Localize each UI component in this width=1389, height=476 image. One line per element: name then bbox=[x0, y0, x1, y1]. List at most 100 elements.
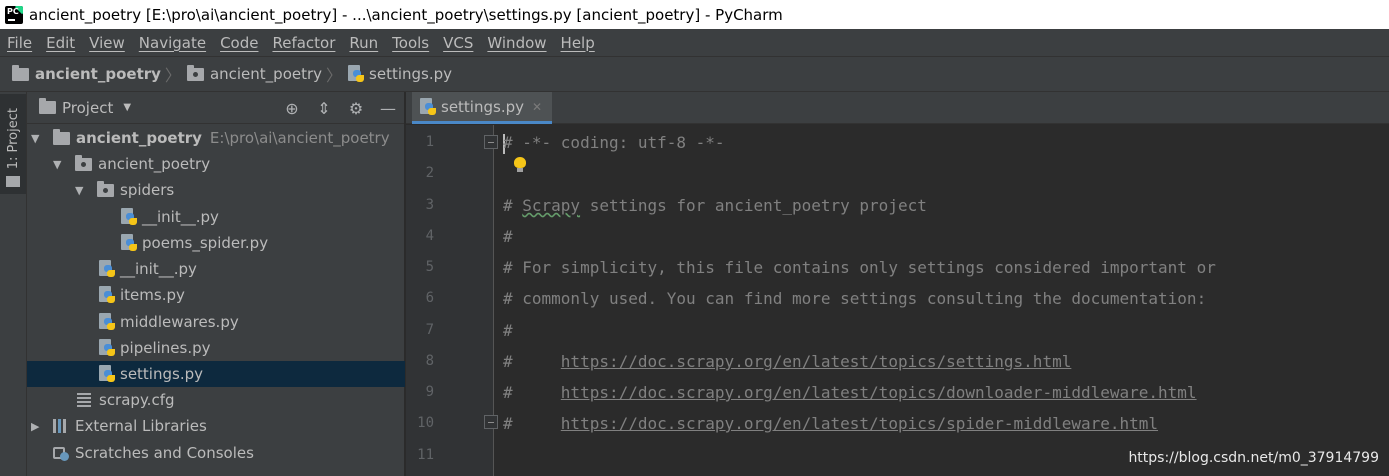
tree-item-file[interactable]: __init__.py bbox=[27, 204, 405, 230]
tree-item-file-selected[interactable]: settings.py bbox=[27, 361, 405, 387]
chevron-right-icon: 〉 bbox=[326, 66, 343, 85]
tree-item-label: poems_spider.py bbox=[142, 234, 269, 252]
menu-window[interactable]: Window bbox=[487, 34, 546, 52]
code-line: # -*- coding: utf-8 -*- bbox=[503, 133, 725, 152]
code-line: # commonly used. You can find more setti… bbox=[503, 289, 1207, 308]
python-file-icon bbox=[99, 339, 116, 357]
tree-item-label: __init__.py bbox=[120, 260, 197, 278]
folder-icon bbox=[39, 98, 56, 114]
python-file-icon bbox=[99, 286, 116, 304]
line-number: 10 bbox=[417, 415, 434, 431]
title-bar: PC ancient_poetry [E:\pro\ai\ancient_poe… bbox=[0, 0, 1389, 29]
menu-view[interactable]: View bbox=[89, 34, 125, 52]
breadcrumb-label: ancient_poetry bbox=[209, 65, 323, 83]
line-number: 8 bbox=[425, 353, 434, 369]
tree-item-label: scrapy.cfg bbox=[99, 391, 175, 409]
expanded-arrow-icon[interactable]: ▼ bbox=[53, 158, 67, 171]
line-number: 5 bbox=[425, 259, 434, 275]
tree-item-spiders[interactable]: ▼ spiders bbox=[27, 177, 405, 203]
code-line: # https://doc.scrapy.org/en/latest/topic… bbox=[503, 414, 1158, 433]
line-number: 3 bbox=[425, 197, 434, 213]
package-icon bbox=[186, 64, 204, 81]
menu-navigate[interactable]: Navigate bbox=[139, 34, 206, 52]
line-number: 9 bbox=[425, 384, 434, 400]
line-number: 1 bbox=[425, 134, 434, 150]
menu-edit[interactable]: Edit bbox=[46, 34, 75, 52]
folder-icon bbox=[6, 176, 20, 187]
chevron-down-icon[interactable]: ▼ bbox=[123, 102, 131, 113]
window-title: ancient_poetry [E:\pro\ai\ancient_poetry… bbox=[29, 5, 783, 24]
url-link[interactable]: https://doc.scrapy.org/en/latest/topics/… bbox=[561, 414, 1158, 433]
url-link[interactable]: https://doc.scrapy.org/en/latest/topics/… bbox=[561, 352, 1072, 371]
tree-item-label: settings.py bbox=[120, 365, 203, 383]
breadcrumb-item-file[interactable]: settings.py bbox=[348, 65, 452, 83]
tree-item-label: ancient_poetry bbox=[76, 129, 202, 147]
fold-marker-icon[interactable] bbox=[484, 415, 498, 429]
tree-item-label: items.py bbox=[120, 286, 185, 304]
chevron-right-icon: 〉 bbox=[164, 66, 181, 85]
project-tool-tab[interactable]: 1: Project bbox=[0, 94, 26, 194]
editor-tab-label: settings.py bbox=[441, 97, 524, 116]
line-number-gutter: 1 2 3 4 5 6 7 8 9 10 11 bbox=[406, 125, 498, 476]
menu-run[interactable]: Run bbox=[349, 34, 378, 52]
tree-item-label: External Libraries bbox=[75, 417, 207, 435]
breadcrumb-item-package[interactable]: ancient_poetry bbox=[186, 64, 323, 83]
hide-panel-icon[interactable]: — bbox=[378, 98, 398, 118]
tree-item-file[interactable]: items.py bbox=[27, 282, 405, 308]
tree-item-package[interactable]: ▼ ancient_poetry bbox=[27, 151, 405, 177]
library-icon bbox=[53, 419, 69, 433]
folder-icon bbox=[12, 64, 29, 81]
tree-item-file[interactable]: poems_spider.py bbox=[27, 230, 405, 256]
code-token: # bbox=[503, 414, 561, 433]
python-file-icon bbox=[99, 260, 116, 278]
collapse-all-icon[interactable]: ⇕ bbox=[314, 98, 334, 118]
menu-bar: File Edit View Navigate Code Refactor Ru… bbox=[0, 29, 1389, 56]
menu-tools[interactable]: Tools bbox=[392, 34, 429, 52]
project-panel-header: Project ▼ ⊕ ⇕ ⚙ — bbox=[27, 92, 404, 124]
project-panel: Project ▼ ⊕ ⇕ ⚙ — ▼ ancient_poetry E:\pr… bbox=[27, 92, 405, 476]
package-icon bbox=[97, 180, 114, 197]
menu-refactor[interactable]: Refactor bbox=[272, 34, 335, 52]
tree-item-path: E:\pro\ai\ancient_poetry bbox=[209, 129, 390, 147]
line-number: 2 bbox=[425, 165, 434, 181]
folder-icon bbox=[53, 128, 70, 145]
expanded-arrow-icon[interactable]: ▼ bbox=[31, 132, 45, 145]
menu-file[interactable]: File bbox=[7, 34, 32, 52]
breadcrumb-label: settings.py bbox=[369, 65, 453, 83]
fold-marker-icon[interactable] bbox=[484, 135, 498, 149]
breadcrumb-label: ancient_poetry bbox=[35, 65, 161, 83]
project-view-selector[interactable]: Project bbox=[62, 99, 113, 117]
url-link[interactable]: https://doc.scrapy.org/en/latest/topics/… bbox=[561, 383, 1197, 402]
menu-vcs[interactable]: VCS bbox=[443, 34, 473, 52]
python-file-icon bbox=[99, 365, 116, 383]
expanded-arrow-icon[interactable]: ▼ bbox=[75, 184, 89, 197]
lightbulb-icon[interactable] bbox=[514, 157, 526, 173]
locate-file-icon[interactable]: ⊕ bbox=[282, 98, 302, 118]
code-line: # https://doc.scrapy.org/en/latest/topic… bbox=[503, 383, 1197, 402]
breadcrumb-item-project[interactable]: ancient_poetry bbox=[12, 64, 161, 83]
menu-help[interactable]: Help bbox=[561, 34, 595, 52]
tree-item-external-libraries[interactable]: ▶ External Libraries bbox=[27, 413, 405, 439]
gear-icon[interactable]: ⚙ bbox=[346, 98, 366, 118]
watermark: https://blog.csdn.net/m0_37914799 bbox=[1128, 450, 1379, 466]
python-file-icon bbox=[121, 234, 138, 252]
tree-item-scratches[interactable]: Scratches and Consoles bbox=[27, 440, 405, 466]
scratches-icon bbox=[53, 445, 69, 461]
tree-item-file[interactable]: pipelines.py bbox=[27, 335, 405, 361]
editor-tab-bar: settings.py ✕ bbox=[406, 92, 1389, 124]
code-editor[interactable]: 1 2 3 4 5 6 7 8 9 10 11 # -*- coding: ut… bbox=[406, 125, 1389, 476]
code-token: settings for ancient_poetry project bbox=[580, 196, 927, 215]
close-icon[interactable]: ✕ bbox=[532, 100, 542, 114]
editor-tab-settings[interactable]: settings.py ✕ bbox=[412, 92, 552, 124]
tree-item-label: middlewares.py bbox=[120, 313, 239, 331]
collapsed-arrow-icon[interactable]: ▶ bbox=[31, 420, 45, 433]
tree-item-label: pipelines.py bbox=[120, 339, 211, 357]
tree-item-file[interactable]: __init__.py bbox=[27, 256, 405, 282]
tree-item-file[interactable]: middlewares.py bbox=[27, 309, 405, 335]
config-file-icon bbox=[77, 393, 91, 407]
python-file-icon bbox=[348, 65, 365, 83]
tree-item-file[interactable]: scrapy.cfg bbox=[27, 387, 405, 413]
menu-code[interactable]: Code bbox=[220, 34, 258, 52]
tree-item-project-root[interactable]: ▼ ancient_poetry E:\pro\ai\ancient_poetr… bbox=[27, 125, 405, 151]
code-line: # bbox=[503, 227, 513, 246]
